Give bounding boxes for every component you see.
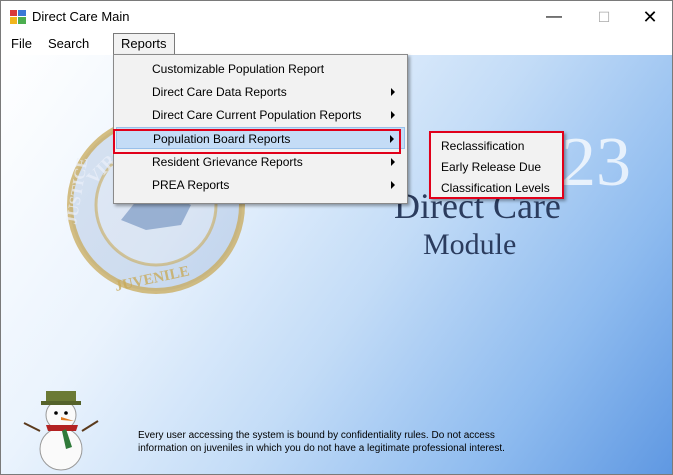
menu-item-direct-care-current-population-reports[interactable]: Direct Care Current Population Reports (116, 104, 405, 126)
menu-item-prea-reports[interactable]: PREA Reports (116, 174, 405, 196)
window-title: Direct Care Main (32, 9, 130, 24)
close-button[interactable]: ✕ (627, 1, 672, 33)
menu-search[interactable]: Search (41, 33, 96, 55)
menu-item-label: Direct Care Current Population Reports (152, 108, 362, 122)
menu-item-label: PREA Reports (152, 178, 230, 192)
menu-item-label: Population Board Reports (153, 132, 291, 146)
snowman-icon (23, 391, 99, 471)
notice-line-1: Every user accessing the system is bound… (138, 430, 495, 441)
direct-care-main-window: Direct Care Main — ☐ ✕ File Search Repor… (0, 0, 673, 475)
menu-bar: File Search Reports (1, 33, 672, 55)
notice-line-2: information on juveniles in which you do… (138, 443, 505, 454)
submenu-item-classification-levels[interactable]: Classification Levels (441, 178, 550, 198)
menu-item-label: Direct Care Data Reports (152, 85, 287, 99)
reports-dropdown-menu: Customizable Population Report Direct Ca… (113, 54, 408, 204)
menu-reports[interactable]: Reports (113, 33, 175, 55)
menu-item-customizable-population-report[interactable]: Customizable Population Report (116, 58, 405, 80)
maximize-button[interactable]: ☐ (581, 1, 627, 33)
menu-item-label: Resident Grievance Reports (152, 155, 303, 169)
confidentiality-notice: Every user accessing the system is bound… (138, 429, 578, 455)
submenu-arrow-icon (391, 111, 395, 119)
submenu-item-early-release-due[interactable]: Early Release Due (441, 157, 541, 177)
submenu-arrow-icon (391, 181, 395, 189)
minimize-button[interactable]: — (531, 1, 577, 33)
population-board-submenu: Reclassification Early Release Due Class… (429, 131, 564, 199)
menu-item-label: Customizable Population Report (152, 62, 325, 76)
submenu-item-reclassification[interactable]: Reclassification (441, 136, 524, 156)
watermark-title-module: Module (423, 228, 517, 261)
menu-item-direct-care-data-reports[interactable]: Direct Care Data Reports (116, 81, 405, 103)
app-icon (10, 10, 26, 24)
submenu-arrow-icon (391, 158, 395, 166)
menu-item-population-board-reports[interactable]: Population Board Reports (116, 127, 405, 149)
submenu-arrow-icon (391, 88, 395, 96)
menu-item-resident-grievance-reports[interactable]: Resident Grievance Reports (116, 151, 405, 173)
menu-file[interactable]: File (4, 33, 39, 55)
submenu-arrow-icon (390, 135, 394, 143)
title-bar: Direct Care Main — ☐ ✕ (1, 1, 672, 33)
